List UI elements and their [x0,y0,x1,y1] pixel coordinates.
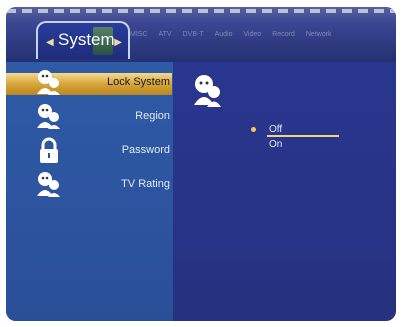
tab-audio[interactable]: Audio [215,31,233,38]
page-title: System [58,30,115,49]
sidebar-item-tv-rating[interactable]: TV Rating [6,171,172,199]
sidebar-item-label: Lock System [107,76,170,88]
users-icon [37,172,60,197]
tab-system[interactable]: ◀ System ▶ [36,21,130,59]
users-icon [194,75,221,107]
tv-screen: ◀ System ▶ MISC ATV DVB-T Audio Video Re… [6,7,396,321]
users-icon [37,70,60,95]
sidebar-item-password[interactable]: Password [6,137,172,165]
tab-atv[interactable]: ATV [159,31,172,38]
selected-underline [267,135,339,137]
sidebar-item-lock-system[interactable]: Lock System [6,69,172,97]
category-tabs: MISC ATV DVB-T Audio Video Record Networ… [130,31,343,38]
sidebar-item-label: Password [121,144,170,156]
lock-icon [40,137,58,163]
sidebar-item-region[interactable]: Region [6,103,172,131]
sidebar-item-label: TV Rating [121,178,170,190]
decorative-dots [6,9,396,13]
tab-dvbt[interactable]: DVB-T [183,31,204,38]
option-label: On [269,139,283,150]
top-bar: ◀ System ▶ MISC ATV DVB-T Audio Video Re… [6,7,396,62]
chevron-right-icon[interactable]: ▶ [114,37,122,48]
tab-record[interactable]: Record [272,31,295,38]
sidebar-item-label: Region [135,110,170,122]
tab-misc[interactable]: MISC [130,31,148,38]
tab-network[interactable]: Network [306,31,332,38]
users-icon [37,104,60,129]
tab-video[interactable]: Video [244,31,262,38]
chevron-left-icon[interactable]: ◀ [46,37,54,48]
option-label: Off [269,124,283,135]
selected-indicator-icon [251,127,256,132]
